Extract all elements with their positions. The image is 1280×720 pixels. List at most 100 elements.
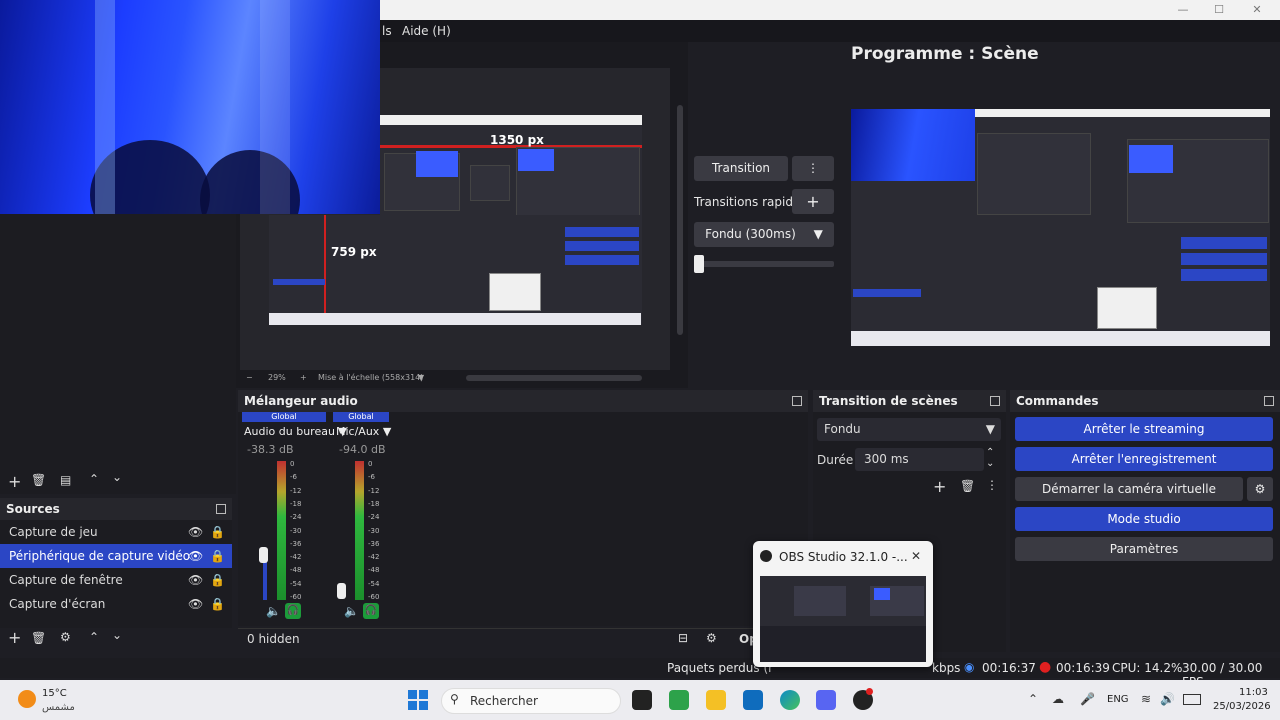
lock-icon[interactable]: 🔒	[210, 592, 225, 616]
file-explorer-icon[interactable]	[706, 690, 726, 710]
language-indicator[interactable]: ENG	[1107, 694, 1129, 705]
add-transition-icon[interactable]: +	[933, 477, 946, 496]
eye-icon[interactable]: 👁	[188, 520, 203, 544]
battery-icon[interactable]	[1183, 694, 1201, 705]
eye-icon[interactable]: 👁	[188, 544, 203, 568]
close-window-button[interactable]: ✕	[1242, 2, 1272, 18]
eye-icon[interactable]: 👁	[188, 568, 203, 592]
taskbar-preview-popup[interactable]: OBS Studio 32.1.0 -... ✕	[753, 541, 933, 667]
gear-icon[interactable]: ⚙	[706, 631, 717, 645]
channel-name[interactable]: Audio du bureau ▼	[244, 425, 347, 438]
edge-icon[interactable]	[780, 690, 800, 710]
stream-icon: ◉	[964, 660, 975, 674]
source-item[interactable]: Capture de jeu 👁 🔒	[0, 520, 232, 544]
arrow-down-icon[interactable]: ⌄	[112, 628, 122, 642]
eye-icon[interactable]: 👁	[188, 592, 203, 616]
transition-slider[interactable]	[694, 261, 834, 267]
arrow-up-icon[interactable]: ⌃	[89, 472, 99, 486]
meter-tick-label: -12	[290, 486, 302, 495]
meter-tick-label: -48	[290, 566, 302, 575]
wifi-icon[interactable]: ≋	[1141, 692, 1151, 706]
clock-time[interactable]: 11:03	[1239, 687, 1268, 698]
stop-recording-button[interactable]: Arrêter l'enregistrement	[1015, 447, 1273, 471]
float-dock-icon[interactable]	[792, 396, 802, 406]
float-dock-icon[interactable]	[990, 396, 1000, 406]
quick-transition-fade[interactable]: Fondu (300ms) ▼	[694, 222, 834, 247]
settings-button[interactable]: Paramètres	[1015, 537, 1273, 561]
channel-name[interactable]: Mic/Aux ▼	[336, 425, 391, 438]
app-icon[interactable]	[669, 690, 689, 710]
trash-icon[interactable]: 🗑	[31, 473, 46, 487]
source-item[interactable]: Capture de fenêtre 👁 🔒	[0, 568, 232, 592]
minimize-button[interactable]: —	[1168, 2, 1198, 18]
arrow-up-icon[interactable]: ⌃	[89, 630, 99, 644]
menu-item-help[interactable]: Aide (H)	[402, 20, 451, 42]
source-item-selected[interactable]: Périphérique de capture vidéo 👁 🔒	[0, 544, 232, 568]
transition-menu-icon[interactable]: ⋮	[792, 156, 834, 181]
studio-mode-button[interactable]: Mode studio	[1015, 507, 1273, 531]
maximize-button[interactable]: ☐	[1204, 2, 1234, 18]
arrow-down-icon[interactable]: ⌄	[112, 470, 122, 484]
gear-icon[interactable]: ⚙	[60, 630, 71, 644]
zoom-in-button[interactable]: +	[300, 373, 307, 382]
sources-toolbar: + 🗑 ⚙ ⌃ ⌄	[0, 628, 232, 650]
transition-button[interactable]: Transition	[694, 156, 788, 181]
source-label: Périphérique de capture vidéo	[9, 549, 191, 563]
microphone-icon[interactable]: 🎤	[1080, 692, 1095, 706]
duration-input[interactable]: 300 ms	[855, 448, 984, 471]
scale-to-fit-button[interactable]: Mise à l'échelle (558x314)	[318, 373, 423, 382]
trash-icon[interactable]: 🗑	[960, 479, 975, 493]
more-options-icon[interactable]: ⋮	[986, 478, 998, 492]
volume-slider-handle[interactable]	[337, 583, 346, 599]
discord-icon[interactable]	[816, 690, 836, 710]
obs-icon	[760, 550, 772, 562]
task-view-icon[interactable]	[632, 690, 652, 710]
taskbar-search[interactable]: ⚲ Rechercher	[441, 688, 621, 714]
filter-icon[interactable]: ▤	[60, 473, 71, 487]
mixer-layout-icon[interactable]: ⊟	[678, 631, 688, 645]
menu-item-tools[interactable]: ls	[382, 20, 392, 42]
headphones-icon[interactable]: 🎧	[285, 603, 301, 619]
cloud-icon[interactable]: ☁	[1052, 692, 1064, 706]
add-quick-transition-button[interactable]: +	[792, 189, 834, 214]
add-source-icon[interactable]: +	[8, 628, 21, 647]
zoom-out-button[interactable]: −	[246, 373, 253, 382]
transition-select[interactable]: Fondu ▼	[817, 418, 1001, 441]
add-scene-icon[interactable]: +	[8, 472, 21, 491]
chevron-down-icon: ▼	[813, 227, 823, 241]
transition-slider-handle[interactable]	[694, 255, 704, 273]
chevron-down-icon[interactable]: ▼	[418, 373, 424, 382]
speaker-icon[interactable]: 🔈	[266, 604, 281, 618]
start-virtual-camera-button[interactable]: Démarrer la caméra virtuelle	[1015, 477, 1243, 501]
duration-stepper[interactable]: ⌃ ⌄	[986, 447, 994, 469]
windows-start-icon[interactable]	[408, 690, 428, 710]
volume-slider-handle[interactable]	[259, 547, 268, 563]
headphones-icon[interactable]: 🎧	[363, 603, 379, 619]
weather-text: مشمس	[42, 702, 75, 713]
meter-tick-label: -6	[290, 473, 297, 482]
record-time: 00:16:39	[1056, 661, 1110, 675]
meter-tick-label: -24	[290, 513, 302, 522]
lock-icon[interactable]: 🔒	[210, 520, 225, 544]
speaker-icon[interactable]: 🔈	[344, 604, 359, 618]
volume-icon[interactable]: 🔊	[1160, 692, 1175, 706]
program-canvas[interactable]	[851, 109, 1270, 346]
chevron-up-icon[interactable]: ⌃	[1028, 692, 1038, 706]
trash-icon[interactable]: 🗑	[31, 631, 46, 645]
chevron-down-icon: ▼	[985, 422, 995, 436]
weather-icon[interactable]	[18, 690, 36, 708]
close-icon[interactable]: ✕	[911, 549, 921, 563]
gear-icon[interactable]: ⚙	[1247, 477, 1273, 501]
source-item[interactable]: Capture d'écran 👁 🔒	[0, 592, 232, 616]
lock-icon[interactable]: 🔒	[210, 568, 225, 592]
horizontal-scrollbar[interactable]	[466, 375, 642, 381]
preview-scrollbar[interactable]	[677, 105, 683, 335]
stop-streaming-button[interactable]: Arrêter le streaming	[1015, 417, 1273, 441]
lock-icon[interactable]: 🔒	[210, 544, 225, 568]
float-dock-icon[interactable]	[1264, 396, 1274, 406]
webcam-overlay	[0, 0, 380, 214]
float-dock-icon[interactable]	[216, 504, 226, 514]
clock-date[interactable]: 25/03/2026	[1213, 701, 1271, 712]
store-icon[interactable]	[743, 690, 763, 710]
meter-tick-label: -42	[368, 553, 380, 562]
